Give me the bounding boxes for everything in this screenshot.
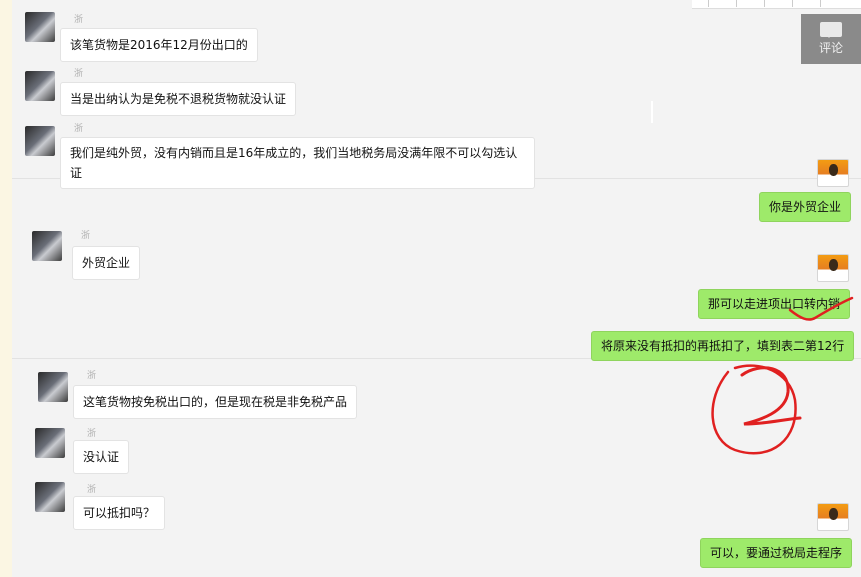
avatar[interactable] [817, 254, 849, 282]
toolbar-icon[interactable] [820, 0, 843, 7]
comment-icon [820, 22, 842, 38]
message-bubble-right[interactable]: 你是外贸企业 [759, 192, 852, 222]
sender-name: 浙 [74, 124, 84, 134]
message-bubble-left[interactable]: 外贸企业 [72, 246, 141, 280]
toolbar-icon[interactable] [792, 0, 815, 7]
message-bubble-left[interactable]: 该笔货物是2016年12月份出口的 [60, 28, 258, 62]
sender-name: 浙 [74, 15, 84, 25]
toolbar-icon[interactable] [764, 0, 787, 7]
comment-button[interactable]: 评论 [801, 14, 861, 64]
message-bubble-left[interactable]: 这笔货物按免税出口的，但是现在税是非免税产品 [73, 385, 358, 419]
message-bubble-left[interactable]: 可以抵扣吗？ [73, 496, 166, 530]
sender-name: 浙 [87, 485, 97, 495]
message-bubble-left[interactable]: 当是出纳认为是免税不退税货物就没认证 [60, 82, 297, 116]
text-cursor [651, 101, 653, 123]
avatar[interactable] [32, 231, 62, 261]
sender-name: 浙 [87, 371, 97, 381]
avatar[interactable] [817, 159, 849, 187]
message-bubble-right[interactable]: 那可以走进项出口转内销 [698, 289, 851, 319]
comment-button-label: 评论 [818, 41, 843, 55]
sender-name: 浙 [74, 69, 84, 79]
message-bubble-left[interactable]: 我们是纯外贸，没有内销而且是16年成立的，我们当地税务局没满年限不可以勾选认证 [60, 137, 535, 189]
avatar[interactable] [38, 372, 68, 402]
avatar[interactable] [35, 428, 65, 458]
toolbar [692, 0, 861, 9]
chat-area[interactable]: 浙 该笔货物是2016年12月份出口的 浙 当是出纳认为是免税不退税货物就没认证… [12, 0, 861, 577]
toolbar-icon[interactable] [736, 0, 759, 7]
message-bubble-left[interactable]: 没认证 [73, 440, 130, 474]
avatar[interactable] [817, 503, 849, 531]
message-bubble-right[interactable]: 将原来没有抵扣的再抵扣了，填到表二第12行 [591, 331, 855, 361]
sender-name: 浙 [81, 231, 91, 241]
avatar[interactable] [25, 12, 55, 42]
avatar[interactable] [25, 126, 55, 156]
sender-name: 浙 [87, 429, 97, 439]
avatar[interactable] [25, 71, 55, 101]
avatar[interactable] [35, 482, 65, 512]
toolbar-icon[interactable] [708, 0, 731, 7]
message-bubble-right[interactable]: 可以，要通过税局走程序 [700, 538, 853, 568]
